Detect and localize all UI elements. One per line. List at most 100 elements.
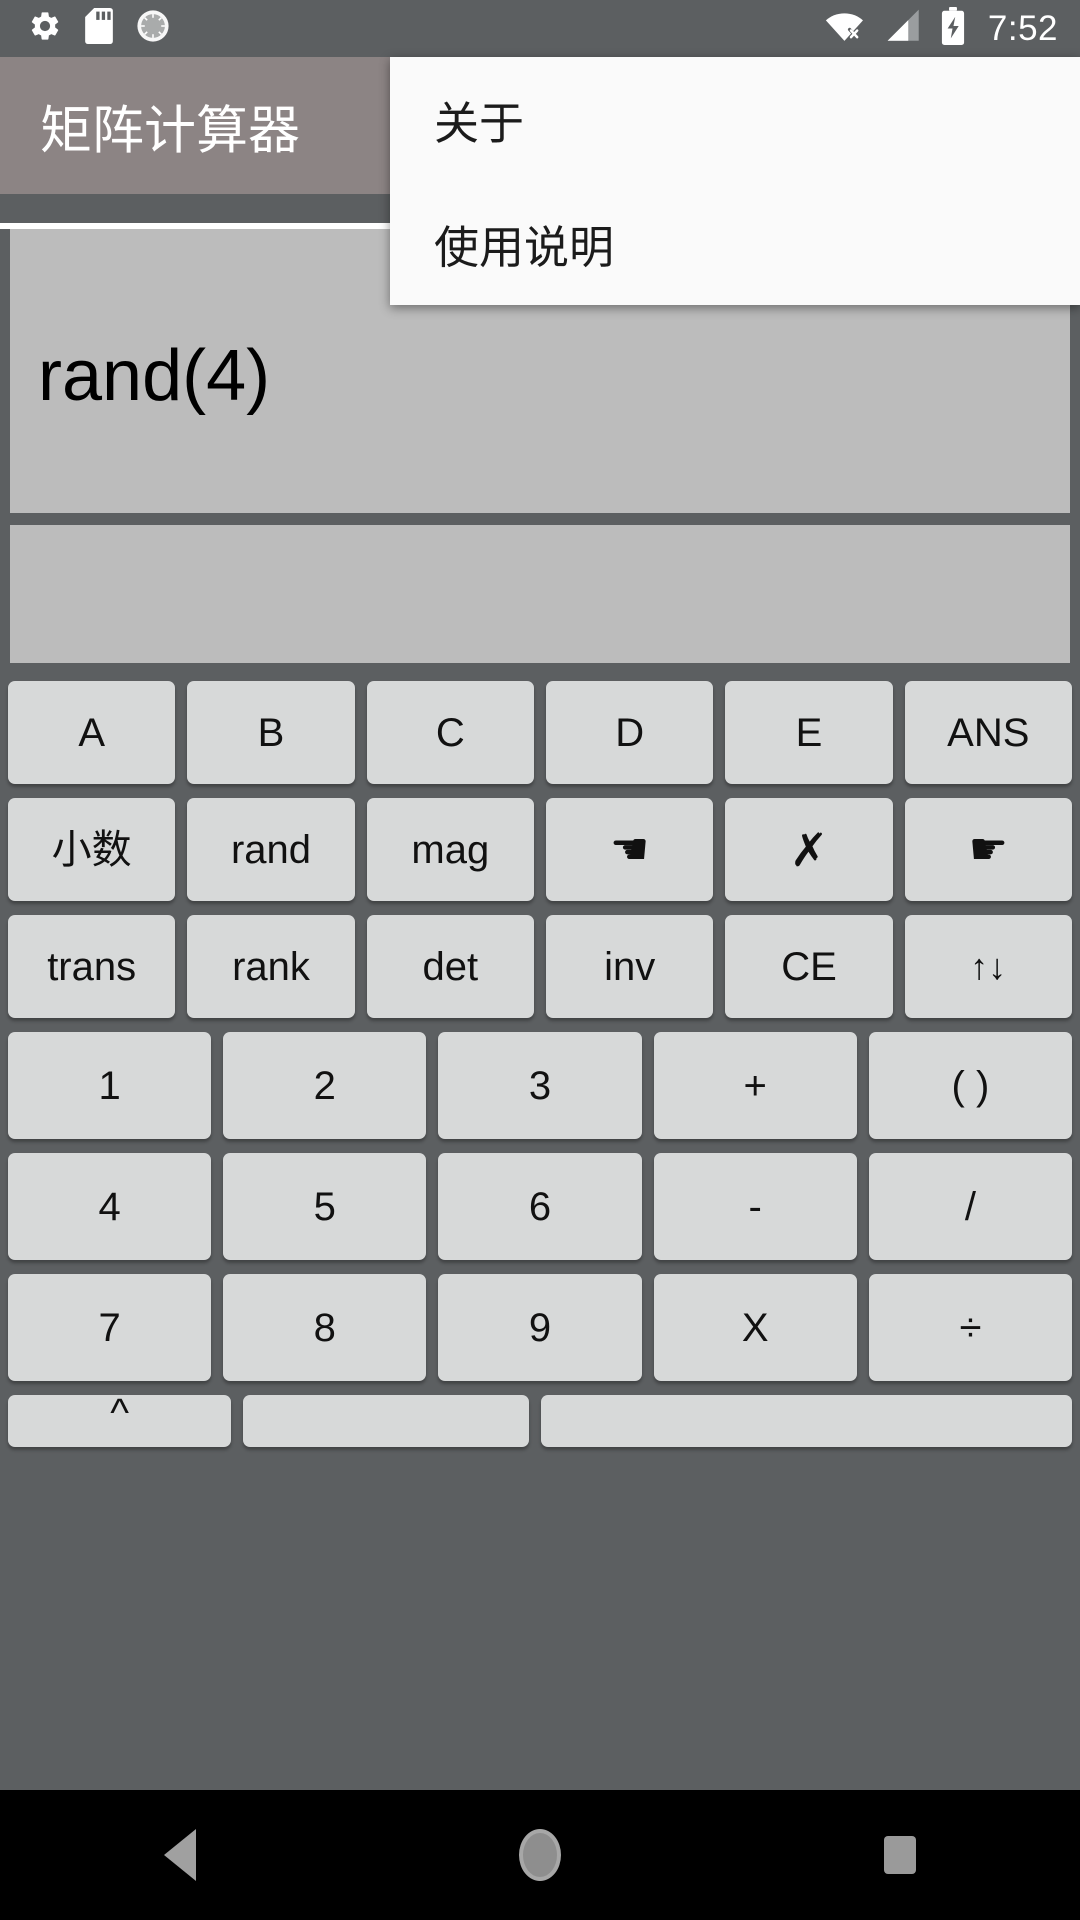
key-slash[interactable]: / bbox=[868, 1153, 1073, 1260]
key-label: ANS bbox=[947, 710, 1030, 755]
key-label: X bbox=[741, 1305, 769, 1350]
keypad-row-functions-2: trans rank det inv CE ↑↓ bbox=[8, 915, 1072, 1018]
key-power[interactable]: ^ bbox=[8, 1395, 232, 1447]
sd-card-icon bbox=[84, 8, 114, 49]
key-transpose[interactable]: trans bbox=[8, 915, 176, 1018]
key-4[interactable]: 4 bbox=[8, 1153, 212, 1260]
key-label: E bbox=[795, 710, 823, 755]
key-blank-2[interactable] bbox=[540, 1395, 1072, 1447]
key-matrix-d[interactable]: D bbox=[545, 681, 714, 784]
key-divide[interactable]: ÷ bbox=[868, 1274, 1073, 1381]
battery-charging-icon bbox=[940, 7, 966, 50]
cellular-signal-icon bbox=[884, 8, 924, 49]
key-label: 6 bbox=[528, 1184, 552, 1229]
key-ans[interactable]: ANS bbox=[904, 681, 1072, 784]
key-label: 4 bbox=[98, 1184, 121, 1229]
menu-item-label: 使用说明 bbox=[434, 221, 615, 273]
key-label: 2 bbox=[313, 1063, 336, 1108]
key-matrix-e[interactable]: E bbox=[725, 681, 893, 784]
key-label: 5 bbox=[313, 1184, 336, 1229]
up-down-arrows-icon: ↑↓ bbox=[970, 945, 1007, 987]
keypad-row-456: 4 5 6 - / bbox=[8, 1153, 1073, 1260]
hand-left-icon: ☚ bbox=[609, 824, 650, 874]
expression-text: rand(4) bbox=[38, 336, 271, 416]
hand-right-icon: ☛ bbox=[968, 824, 1009, 874]
keypad: A B C D E ANS 小数 rand mag ☚ ✗ ☛ trans ra… bbox=[0, 675, 1080, 1790]
menu-item-label: 关于 bbox=[434, 97, 525, 149]
recents-square-icon bbox=[884, 1836, 916, 1874]
menu-item-instructions[interactable]: 使用说明 bbox=[390, 181, 1080, 305]
key-matrix-c[interactable]: C bbox=[366, 681, 534, 784]
key-label: 1 bbox=[98, 1063, 121, 1108]
key-label: 3 bbox=[528, 1063, 552, 1108]
key-label: B bbox=[257, 710, 285, 755]
key-mag[interactable]: mag bbox=[366, 798, 534, 901]
key-label: A bbox=[78, 710, 105, 755]
keypad-row-functions-1: 小数 rand mag ☚ ✗ ☛ bbox=[8, 798, 1072, 901]
key-cursor-left[interactable]: ☚ bbox=[545, 798, 714, 901]
key-parentheses[interactable]: ( ) bbox=[868, 1032, 1073, 1139]
menu-item-about[interactable]: 关于 bbox=[390, 57, 1080, 181]
gear-icon bbox=[28, 9, 62, 48]
key-label: mag bbox=[411, 827, 490, 872]
key-label: rank bbox=[232, 944, 310, 989]
nav-back-button[interactable] bbox=[80, 1790, 280, 1920]
key-rand[interactable]: rand bbox=[187, 798, 355, 901]
key-label: 小数 bbox=[51, 827, 132, 872]
key-label: 9 bbox=[528, 1305, 552, 1350]
key-multiply[interactable]: X bbox=[653, 1274, 857, 1381]
cross-icon: ✗ bbox=[789, 823, 829, 876]
overflow-menu: 关于 使用说明 bbox=[390, 57, 1080, 305]
key-minus[interactable]: - bbox=[653, 1153, 857, 1260]
key-label: 7 bbox=[98, 1305, 121, 1350]
key-label: D bbox=[615, 710, 645, 755]
key-cursor-right[interactable]: ☛ bbox=[904, 798, 1072, 901]
key-6[interactable]: 6 bbox=[438, 1153, 642, 1260]
key-2[interactable]: 2 bbox=[223, 1032, 427, 1139]
key-matrix-a[interactable]: A bbox=[8, 681, 176, 784]
key-label: inv bbox=[604, 944, 656, 989]
key-determinant[interactable]: det bbox=[366, 915, 534, 1018]
home-circle-icon bbox=[519, 1829, 561, 1881]
key-rank[interactable]: rank bbox=[187, 915, 355, 1018]
key-label: det bbox=[422, 944, 479, 989]
status-bar-left-icons bbox=[28, 8, 170, 49]
key-label: trans bbox=[47, 944, 137, 989]
key-3[interactable]: 3 bbox=[438, 1032, 642, 1139]
key-matrix-b[interactable]: B bbox=[187, 681, 355, 784]
key-label: ^ bbox=[110, 1395, 129, 1435]
key-clear-entry[interactable]: CE bbox=[725, 915, 893, 1018]
nav-home-button[interactable] bbox=[440, 1790, 640, 1920]
wifi-off-icon bbox=[824, 8, 868, 49]
key-label: rand bbox=[230, 827, 312, 872]
key-decimal[interactable]: 小数 bbox=[8, 798, 176, 901]
key-blank-1[interactable] bbox=[243, 1395, 529, 1447]
keypad-row-matrices: A B C D E ANS bbox=[8, 681, 1072, 784]
key-5[interactable]: 5 bbox=[223, 1153, 427, 1260]
phone-screen: 7:52 矩阵计算器 rand(4) A B C D E ANS 小数 rand… bbox=[0, 0, 1080, 1920]
status-bar-right-icons: 7:52 bbox=[824, 7, 1058, 50]
nav-recents-button[interactable] bbox=[800, 1790, 1000, 1920]
key-label: + bbox=[743, 1063, 767, 1108]
key-label: CE bbox=[781, 944, 837, 989]
key-9[interactable]: 9 bbox=[438, 1274, 642, 1381]
sync-circle-icon bbox=[136, 9, 170, 48]
key-label: ÷ bbox=[959, 1305, 982, 1350]
keypad-row-789: 7 8 9 X ÷ bbox=[8, 1274, 1073, 1381]
key-1[interactable]: 1 bbox=[8, 1032, 212, 1139]
key-7[interactable]: 7 bbox=[8, 1274, 212, 1381]
key-inverse[interactable]: inv bbox=[545, 915, 714, 1018]
app-title: 矩阵计算器 bbox=[40, 102, 301, 160]
key-plus[interactable]: + bbox=[653, 1032, 857, 1139]
key-delete[interactable]: ✗ bbox=[725, 798, 893, 901]
keypad-row-partial: ^ bbox=[8, 1395, 1072, 1447]
back-triangle-icon bbox=[164, 1829, 196, 1881]
key-scroll[interactable]: ↑↓ bbox=[904, 915, 1072, 1018]
key-label: C bbox=[435, 710, 465, 755]
keypad-row-123: 1 2 3 + ( ) bbox=[8, 1032, 1073, 1139]
key-label: 8 bbox=[313, 1305, 336, 1350]
status-bar-clock: 7:52 bbox=[987, 8, 1058, 48]
key-8[interactable]: 8 bbox=[223, 1274, 427, 1381]
result-display[interactable] bbox=[10, 525, 1070, 663]
key-label: ( ) bbox=[951, 1063, 990, 1108]
